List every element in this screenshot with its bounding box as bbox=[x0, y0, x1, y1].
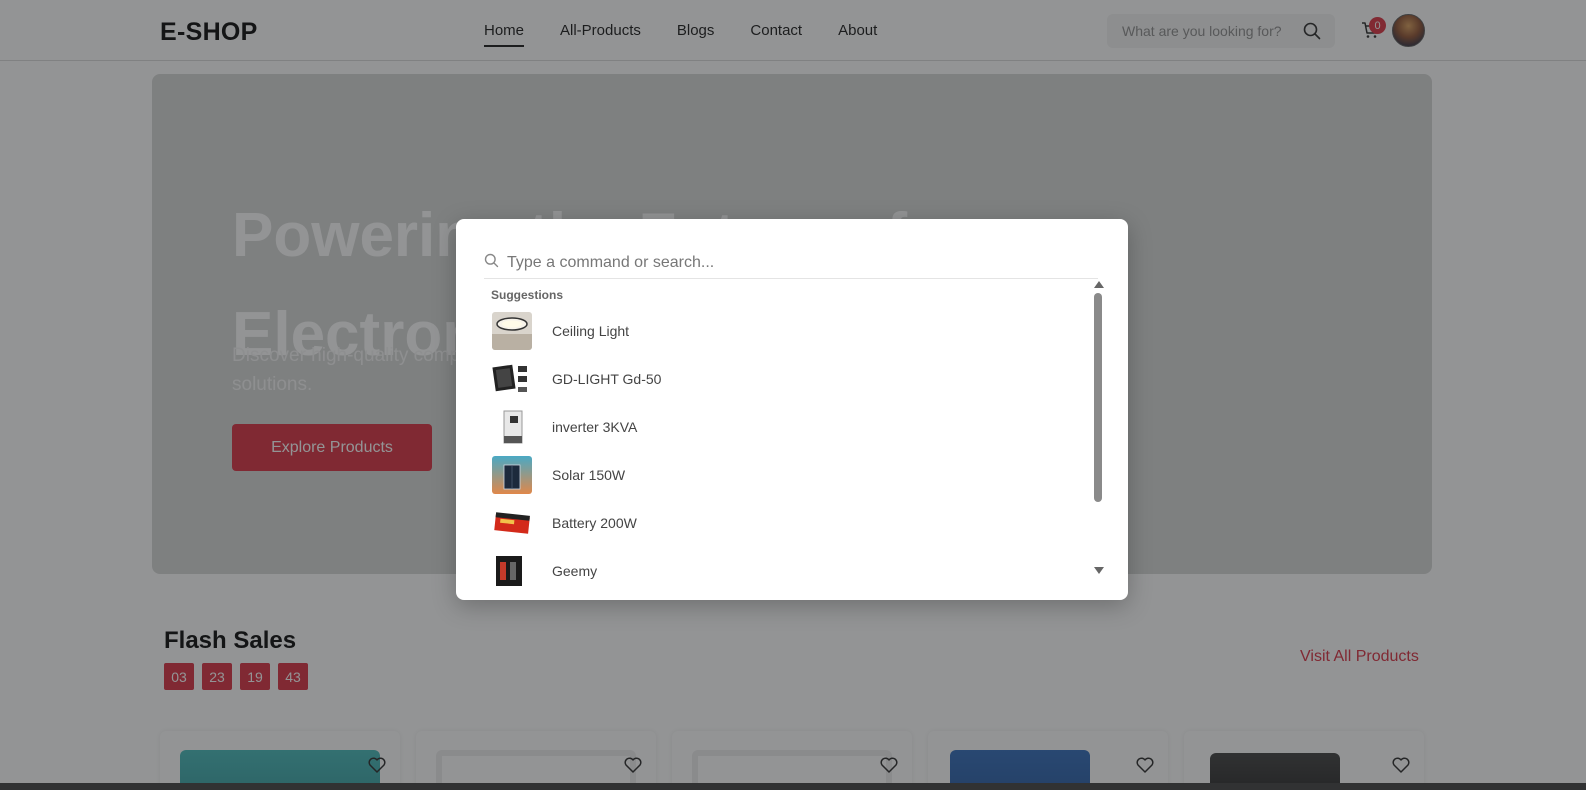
product-thumbnail bbox=[492, 360, 532, 398]
suggestion-label: GD-LIGHT Gd-50 bbox=[552, 371, 662, 387]
suggestion-gd-light[interactable]: GD-LIGHT Gd-50 bbox=[484, 355, 1084, 403]
scroll-up-icon[interactable] bbox=[1094, 281, 1104, 288]
product-thumbnail bbox=[492, 552, 532, 590]
suggestions-scrollbar[interactable] bbox=[1092, 281, 1104, 581]
suggestions-heading: Suggestions bbox=[491, 288, 564, 302]
product-thumbnail bbox=[492, 312, 532, 350]
product-thumbnail bbox=[492, 408, 532, 446]
suggestion-solar[interactable]: Solar 150W bbox=[484, 451, 1084, 499]
suggestion-label: inverter 3KVA bbox=[552, 419, 638, 435]
command-search-input[interactable] bbox=[507, 253, 1067, 272]
suggestion-inverter[interactable]: inverter 3KVA bbox=[484, 403, 1084, 451]
suggestion-label: Ceiling Light bbox=[552, 323, 630, 339]
suggestion-ceiling-light[interactable]: Ceiling Light bbox=[484, 307, 1084, 355]
product-thumbnail bbox=[492, 504, 532, 542]
scroll-down-icon[interactable] bbox=[1094, 567, 1104, 574]
product-thumbnail bbox=[492, 456, 532, 494]
suggestions-list: Ceiling Light GD-LIGHT Gd-50 inverter 3K… bbox=[484, 307, 1084, 595]
suggestion-label: Battery 200W bbox=[552, 515, 637, 531]
scrollbar-thumb[interactable] bbox=[1094, 293, 1102, 502]
suggestion-label: Solar 150W bbox=[552, 467, 626, 483]
command-search-row bbox=[484, 247, 1098, 279]
command-palette: Suggestions Ceiling Light GD-LIGHT Gd-50… bbox=[456, 219, 1128, 600]
suggestion-battery[interactable]: Battery 200W bbox=[484, 499, 1084, 547]
search-icon bbox=[484, 253, 499, 273]
suggestion-geemy[interactable]: Geemy bbox=[484, 547, 1084, 595]
suggestion-label: Geemy bbox=[552, 563, 598, 579]
